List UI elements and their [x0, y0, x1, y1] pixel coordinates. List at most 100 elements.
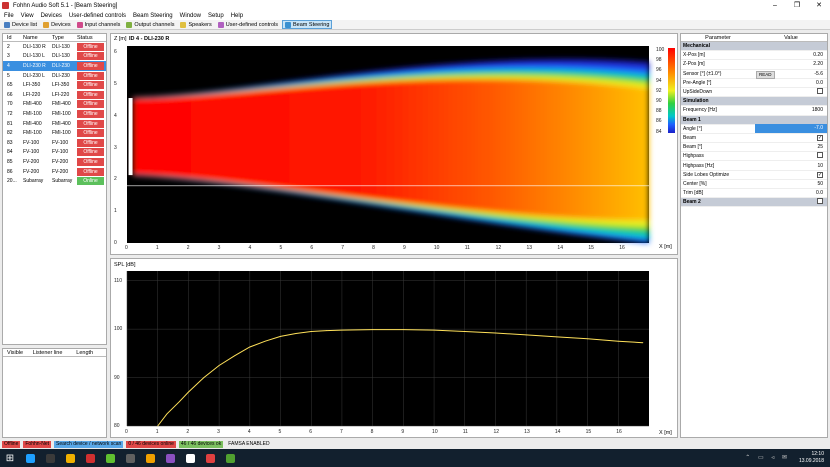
- parameter-row[interactable]: Highpass [Hz] 10: [681, 161, 827, 171]
- parameter-row[interactable]: Pre-Angle [°] 0.0: [681, 79, 827, 88]
- status-item[interactable]: Search device / network scan: [54, 441, 124, 448]
- parameter-row[interactable]: Highpass: [681, 152, 827, 162]
- device-row[interactable]: 81 FMI-400 FMI-400 Offline: [3, 119, 106, 129]
- parameter-value-cell[interactable]: 10: [755, 163, 827, 169]
- speaker-array[interactable]: [128, 98, 133, 176]
- device-row[interactable]: 83 FV-100 FV-100 Offline: [3, 138, 106, 148]
- menu-item[interactable]: Window: [180, 13, 201, 19]
- checkbox[interactable]: [817, 88, 823, 95]
- taskbar-app[interactable]: [20, 449, 40, 467]
- parameter-section[interactable]: Beam 2: [681, 198, 827, 208]
- col-listener-line-header[interactable]: Listener line: [33, 349, 77, 356]
- device-row[interactable]: 5 DLI-230 L DLI-230 Offline: [3, 71, 106, 81]
- col-length-header[interactable]: Length: [76, 349, 106, 356]
- parameter-section[interactable]: Simulation: [681, 97, 827, 107]
- parameter-row[interactable]: Trim [dB] 0.0: [681, 189, 827, 199]
- toolbar-button[interactable]: Output channels: [124, 20, 176, 29]
- parameter-row[interactable]: Beam [°] 25: [681, 143, 827, 153]
- close-button[interactable]: ✕: [808, 0, 830, 11]
- parameter-row[interactable]: UpSideDown: [681, 88, 827, 98]
- spl-chart[interactable]: [111, 259, 679, 439]
- status-item[interactable]: 0 / 46 devices online: [126, 441, 176, 448]
- taskbar-app[interactable]: [140, 449, 160, 467]
- start-button[interactable]: ⊞: [0, 449, 20, 467]
- parameter-value-cell[interactable]: ✓: [755, 171, 827, 178]
- beam-coverage-plot[interactable]: [111, 34, 679, 256]
- menu-item[interactable]: Beam Steering: [133, 13, 173, 19]
- toolbar-button[interactable]: Device list: [2, 20, 39, 29]
- status-item[interactable]: FAMSA ENABLED: [226, 441, 271, 448]
- device-row[interactable]: 65 LFI-350 LFI-350 Offline: [3, 80, 106, 90]
- device-row[interactable]: 82 FMI-100 FMI-100 Offline: [3, 128, 106, 138]
- parameter-row[interactable]: Sensor [°] (±1.0°) -5.6 READ: [681, 70, 827, 79]
- taskbar-app[interactable]: [220, 449, 240, 467]
- col-parameter-header[interactable]: Parameter: [681, 34, 755, 41]
- checkbox[interactable]: ✓: [817, 171, 823, 178]
- parameter-row[interactable]: Frequency [Hz] 1800: [681, 106, 827, 116]
- checkbox[interactable]: [817, 152, 823, 159]
- taskbar-app[interactable]: [160, 449, 180, 467]
- parameter-row[interactable]: Center [%] 50: [681, 180, 827, 189]
- parameter-row[interactable]: Side Lobes Optimize ✓: [681, 171, 827, 180]
- device-row[interactable]: 72 FMI-100 FMI-100 Offline: [3, 109, 106, 119]
- parameter-value-cell[interactable]: 0.0: [755, 190, 827, 196]
- taskbar-app[interactable]: [120, 449, 140, 467]
- parameter-value-cell[interactable]: 0.20: [755, 52, 827, 58]
- menu-item[interactable]: User-defined controls: [69, 13, 126, 19]
- taskbar-app[interactable]: [40, 449, 60, 467]
- parameter-value-cell[interactable]: ✓: [755, 134, 827, 141]
- menu-item[interactable]: Help: [231, 13, 243, 19]
- menu-item[interactable]: File: [4, 13, 14, 19]
- parameter-value-cell[interactable]: 0.0: [755, 80, 827, 86]
- taskbar-app[interactable]: [100, 449, 120, 467]
- col-status-header[interactable]: Status: [77, 34, 106, 41]
- device-row[interactable]: 4 DLI-230 R DLI-230 Offline: [3, 61, 106, 71]
- device-row[interactable]: 2 DLI-130 R DLI-130 Offline: [3, 42, 106, 52]
- device-row[interactable]: 86 FV-200 FV-200 Offline: [3, 167, 106, 177]
- device-row[interactable]: 70 FMI-400 FMI-400 Offline: [3, 100, 106, 110]
- status-item[interactable]: Offline: [2, 441, 21, 448]
- parameter-value-cell[interactable]: [755, 198, 827, 206]
- parameter-value-cell[interactable]: -7.0: [755, 124, 827, 134]
- checkbox[interactable]: ✓: [817, 134, 823, 141]
- taskbar-app[interactable]: [60, 449, 80, 467]
- parameter-row[interactable]: Angle [°] -7.0: [681, 124, 827, 134]
- maximize-button[interactable]: ❐: [786, 0, 808, 11]
- minimize-button[interactable]: –: [764, 0, 786, 11]
- toolbar-button[interactable]: User-defined controls: [216, 20, 280, 29]
- toolbar-button[interactable]: Devices: [41, 20, 73, 29]
- taskbar-app[interactable]: [180, 449, 200, 467]
- parameter-value-cell[interactable]: 25: [755, 144, 827, 150]
- col-visible-header[interactable]: Visible: [3, 349, 33, 356]
- device-row[interactable]: 66 LFI-220 LFI-220 Offline: [3, 90, 106, 100]
- toolbar-button[interactable]: Input channels: [75, 20, 123, 29]
- parameter-row[interactable]: Beam ✓: [681, 134, 827, 144]
- taskbar-app[interactable]: [80, 449, 100, 467]
- parameter-value-cell[interactable]: 50: [755, 181, 827, 187]
- parameter-row[interactable]: X-Pos [m] 0.20: [681, 51, 827, 61]
- taskbar-app[interactable]: [200, 449, 220, 467]
- read-button[interactable]: READ: [756, 70, 775, 79]
- parameter-value-cell[interactable]: 2.20: [755, 61, 827, 67]
- parameter-row[interactable]: Z-Pos [m] 2.20: [681, 60, 827, 70]
- status-item[interactable]: 46 / 46 devices ok: [178, 441, 224, 448]
- toolbar-button[interactable]: Beam Steering: [282, 20, 333, 29]
- col-name-header[interactable]: Name: [19, 34, 49, 41]
- menu-item[interactable]: Devices: [41, 13, 62, 19]
- device-row[interactable]: 3 DLI-130 L DLI-130 Offline: [3, 52, 106, 62]
- device-row[interactable]: 85 FV-200 FV-200 Offline: [3, 157, 106, 167]
- device-row[interactable]: 84 FV-100 FV-100 Offline: [3, 148, 106, 158]
- col-value-header[interactable]: Value: [755, 34, 827, 41]
- status-item[interactable]: Fohhn-Net: [23, 441, 51, 448]
- parameter-value-cell[interactable]: [755, 88, 827, 96]
- parameter-value-cell[interactable]: [755, 152, 827, 160]
- parameter-value-cell[interactable]: 1800: [755, 107, 827, 113]
- col-type-header[interactable]: Type: [49, 34, 77, 41]
- tray-clock[interactable]: 12:10 13.09.2018: [799, 451, 824, 465]
- col-id-header[interactable]: Id: [3, 34, 19, 41]
- toolbar-button[interactable]: Speakers: [178, 20, 213, 29]
- menu-item[interactable]: Setup: [208, 13, 224, 19]
- menu-item[interactable]: View: [21, 13, 34, 19]
- parameter-section[interactable]: Mechanical: [681, 42, 827, 52]
- device-row[interactable]: 20... Subarray Subarray Online: [3, 176, 106, 186]
